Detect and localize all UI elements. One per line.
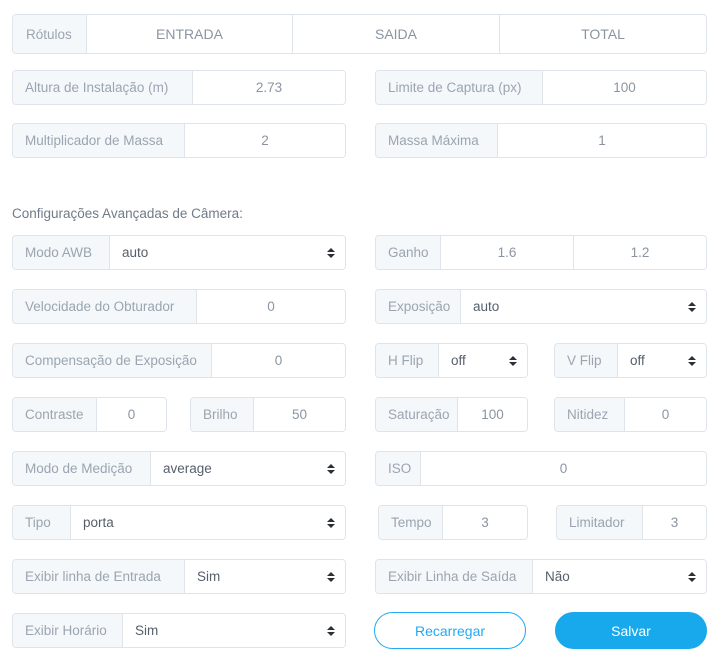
field-saturacao: Saturação 100	[375, 397, 528, 432]
field-h-flip-value: off	[451, 353, 466, 368]
field-exibir-horario: Exibir Horário Sim	[12, 613, 346, 648]
field-exibir-linha-saida-value: Não	[545, 569, 570, 584]
chevron-updown-icon	[326, 247, 336, 258]
field-multiplicador-massa: Multiplicador de Massa 2	[12, 123, 346, 158]
field-brilho-value[interactable]: 50	[254, 398, 345, 431]
field-exibir-linha-entrada: Exibir linha de Entrada Sim	[12, 559, 346, 594]
field-compensacao-exposicao: Compensação de Exposição 0	[12, 343, 346, 378]
field-exposicao-select[interactable]: auto	[461, 290, 706, 323]
field-h-flip-label: H Flip	[376, 344, 439, 377]
field-exibir-horario-value: Sim	[135, 623, 159, 638]
field-limitador-value[interactable]: 3	[643, 506, 706, 539]
field-exibir-linha-entrada-label: Exibir linha de Entrada	[13, 560, 185, 593]
labels-group-label: Rótulos	[13, 15, 87, 53]
field-saturacao-value[interactable]: 100	[458, 398, 527, 431]
field-exibir-linha-entrada-value: Sim	[197, 569, 221, 584]
settings-page: Rótulos ENTRADA SAIDA TOTAL Altura de In…	[0, 0, 719, 667]
field-ganho: Ganho 1.6 1.2	[375, 235, 707, 270]
field-v-flip-value: off	[630, 353, 645, 368]
tab-total[interactable]: TOTAL	[500, 15, 706, 53]
labels-tab-strip: Rótulos ENTRADA SAIDA TOTAL	[12, 14, 707, 54]
field-altura-instalacao-value[interactable]: 2.73	[193, 71, 345, 104]
chevron-updown-icon	[326, 517, 336, 528]
field-saturacao-label: Saturação	[376, 398, 458, 431]
field-altura-instalacao: Altura de Instalação (m) 2.73	[12, 70, 346, 105]
field-contraste-label: Contraste	[13, 398, 97, 431]
chevron-updown-icon	[326, 571, 336, 582]
field-modo-awb: Modo AWB auto	[12, 235, 346, 270]
field-limitador-label: Limitador	[557, 506, 643, 539]
field-v-flip-select[interactable]: off	[618, 344, 706, 377]
field-velocidade-obturador-value[interactable]: 0	[197, 290, 345, 323]
field-nitidez-label: Nitidez	[555, 398, 625, 431]
field-velocidade-obturador: Velocidade do Obturador 0	[12, 289, 346, 324]
field-exibir-horario-label: Exibir Horário	[13, 614, 123, 647]
chevron-updown-icon	[687, 571, 697, 582]
field-exposicao: Exposição auto	[375, 289, 707, 324]
field-multiplicador-massa-label: Multiplicador de Massa	[13, 124, 185, 157]
field-h-flip-select[interactable]: off	[439, 344, 527, 377]
field-limitador: Limitador 3	[556, 505, 707, 540]
field-h-flip: H Flip off	[375, 343, 528, 378]
tab-saida[interactable]: SAIDA	[293, 15, 500, 53]
field-iso-value[interactable]: 0	[421, 452, 706, 485]
field-modo-medicao: Modo de Medição average	[12, 451, 346, 486]
field-ganho-label: Ganho	[376, 236, 441, 269]
field-iso: ISO 0	[375, 451, 707, 486]
field-exposicao-value: auto	[473, 299, 500, 314]
field-nitidez: Nitidez 0	[554, 397, 707, 432]
field-ganho-value-2[interactable]: 1.2	[573, 236, 706, 269]
field-modo-medicao-select[interactable]: average	[151, 452, 345, 485]
field-velocidade-obturador-label: Velocidade do Obturador	[13, 290, 197, 323]
chevron-updown-icon	[326, 625, 336, 636]
advanced-camera-settings-heading: Configurações Avançadas de Câmera:	[12, 206, 243, 221]
chevron-updown-icon	[508, 355, 518, 366]
field-ganho-value-1[interactable]: 1.6	[441, 236, 573, 269]
field-brilho-label: Brilho	[191, 398, 254, 431]
field-v-flip-label: V Flip	[555, 344, 618, 377]
field-exposicao-label: Exposição	[376, 290, 461, 323]
field-compensacao-exposicao-value[interactable]: 0	[212, 344, 345, 377]
reload-button[interactable]: Recarregar	[374, 612, 526, 649]
field-tipo: Tipo porta	[12, 505, 346, 540]
field-exibir-horario-select[interactable]: Sim	[123, 614, 345, 647]
field-v-flip: V Flip off	[554, 343, 707, 378]
chevron-updown-icon	[687, 355, 697, 366]
field-contraste: Contraste 0	[12, 397, 167, 432]
field-tipo-select[interactable]: porta	[71, 506, 345, 539]
field-tempo-label: Tempo	[379, 506, 443, 539]
field-massa-maxima: Massa Máxima 1	[375, 123, 707, 158]
field-contraste-value[interactable]: 0	[97, 398, 166, 431]
field-massa-maxima-label: Massa Máxima	[376, 124, 498, 157]
field-modo-awb-label: Modo AWB	[13, 236, 110, 269]
field-nitidez-value[interactable]: 0	[625, 398, 706, 431]
field-exibir-linha-entrada-select[interactable]: Sim	[185, 560, 345, 593]
tab-entrada[interactable]: ENTRADA	[87, 15, 293, 53]
field-multiplicador-massa-value[interactable]: 2	[185, 124, 345, 157]
field-iso-label: ISO	[376, 452, 421, 485]
field-exibir-linha-saida-label: Exibir Linha de Saída	[376, 560, 533, 593]
field-altura-instalacao-label: Altura de Instalação (m)	[13, 71, 193, 104]
field-brilho: Brilho 50	[190, 397, 346, 432]
save-button[interactable]: Salvar	[555, 612, 707, 649]
field-modo-medicao-value: average	[163, 461, 212, 476]
field-tempo: Tempo 3	[378, 505, 528, 540]
field-tipo-label: Tipo	[13, 506, 71, 539]
chevron-updown-icon	[687, 301, 697, 312]
field-modo-awb-value: auto	[122, 245, 149, 260]
field-tipo-value: porta	[83, 515, 114, 530]
field-limite-captura-label: Limite de Captura (px)	[376, 71, 543, 104]
field-exibir-linha-saida-select[interactable]: Não	[533, 560, 706, 593]
field-limite-captura-value[interactable]: 100	[543, 71, 706, 104]
field-compensacao-exposicao-label: Compensação de Exposição	[13, 344, 212, 377]
field-exibir-linha-saida: Exibir Linha de Saída Não	[375, 559, 707, 594]
field-tempo-value[interactable]: 3	[443, 506, 527, 539]
field-limite-captura: Limite de Captura (px) 100	[375, 70, 707, 105]
field-massa-maxima-value[interactable]: 1	[498, 124, 706, 157]
field-modo-medicao-label: Modo de Medição	[13, 452, 151, 485]
chevron-updown-icon	[326, 463, 336, 474]
field-modo-awb-select[interactable]: auto	[110, 236, 345, 269]
